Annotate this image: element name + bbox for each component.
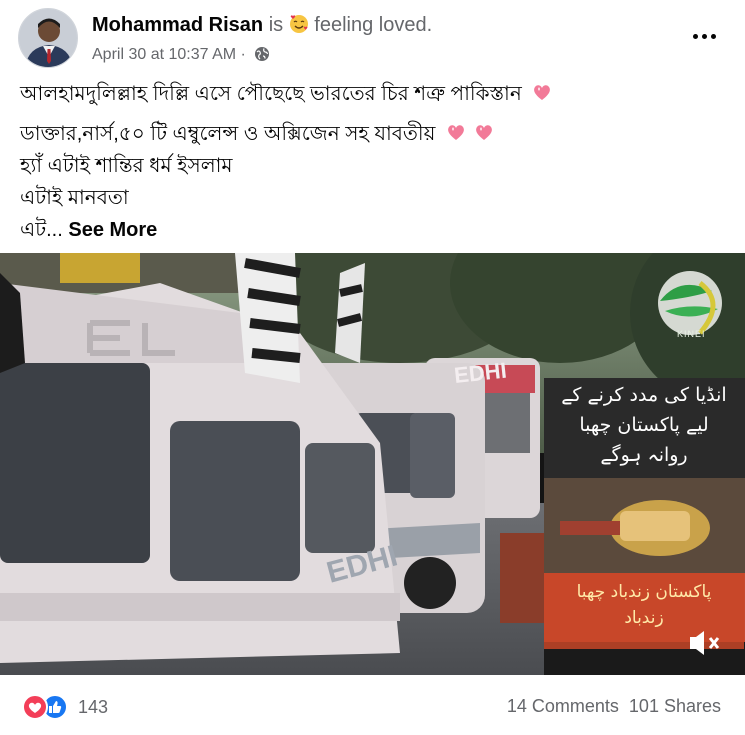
avatar-image — [19, 9, 77, 67]
globe-icon[interactable] — [254, 46, 270, 67]
reaction-count: 143 — [78, 696, 109, 717]
smiling-face-with-hearts-icon — [289, 14, 309, 40]
post-line-3: হ্যাঁ এটাই শান্তির ধর্ম ইসলাম — [20, 155, 233, 177]
more-options-icon[interactable] — [686, 24, 722, 48]
caption-top-line-1: انڈیا کی مدد کرنے کے — [561, 384, 727, 406]
post-timestamp[interactable]: April 30 at 10:37 AM — [92, 46, 236, 63]
comments-count[interactable]: 14 Comments — [507, 696, 619, 716]
post-line-1: আলহামদুলিল্লাহ দিল্লি এসে পৌছেছে ভারতের … — [20, 78, 720, 110]
video-caption-top: انڈیا کی مدد کرنے کے لیے پاکستان چھبا رو… — [544, 378, 744, 478]
author-name[interactable]: Mohammad Risan — [92, 14, 263, 36]
post-line-1-text: আলহামদুলিল্লাহ দিল্লি এসে পৌছেছে ভারতের … — [20, 83, 522, 105]
meta-separator: · — [240, 46, 246, 63]
speaker-muted-icon[interactable] — [686, 628, 726, 658]
sparkling-heart-icon — [473, 121, 495, 153]
channel-logo — [658, 271, 722, 335]
sparkling-heart-icon — [531, 81, 553, 113]
video-player[interactable]: EDHI EDHI انڈیا کی مدد کرنے کے لیے پاکست… — [0, 253, 745, 675]
author-avatar[interactable] — [18, 8, 78, 68]
reactions-summary[interactable]: 143 — [22, 694, 108, 720]
caption-bottom-line-1: پاکستان زندباد چھبا — [576, 582, 712, 602]
see-more-link[interactable]: See More — [68, 219, 157, 241]
sparkling-heart-icon — [445, 121, 467, 153]
post-meta: April 30 at 10:37 AM · — [92, 46, 270, 67]
caption-top-line-3: روانہ ہوگے — [600, 444, 688, 466]
love-reaction-icon — [22, 694, 48, 720]
caption-top-line-2: لیے پاکستان چھبا — [579, 414, 709, 436]
post-line-2-text: ডাক্তার,নার্স,৫০ টি এম্বুলেন্স ও অক্সিজে… — [20, 123, 436, 145]
engagement-stats: 14 Comments 101 Shares — [507, 696, 721, 717]
channel-brand-text: KINEI — [677, 329, 706, 339]
post-header: Mohammad Risan is feeling loved. April 3… — [18, 8, 730, 68]
post-line-5-text: এট... — [20, 219, 63, 241]
post-body: আলহামদুলিল্লাহ দিল্লি এসে পৌছেছে ভারতের … — [20, 78, 720, 246]
shares-count[interactable]: 101 Shares — [629, 696, 721, 716]
feeling-text: feeling loved. — [314, 14, 433, 36]
is-text: is — [268, 14, 284, 36]
post-footer: 143 14 Comments 101 Shares — [0, 686, 745, 730]
post-line-4: এটাই মানবতা — [20, 187, 129, 209]
post-line-5: এট... See More — [20, 214, 720, 246]
post-line-2: ডাক্তার,নার্স,৫০ টি এম্বুলেন্স ও অক্সিজে… — [20, 118, 720, 150]
author-line: Mohammad Risan is feeling loved. — [92, 14, 432, 40]
